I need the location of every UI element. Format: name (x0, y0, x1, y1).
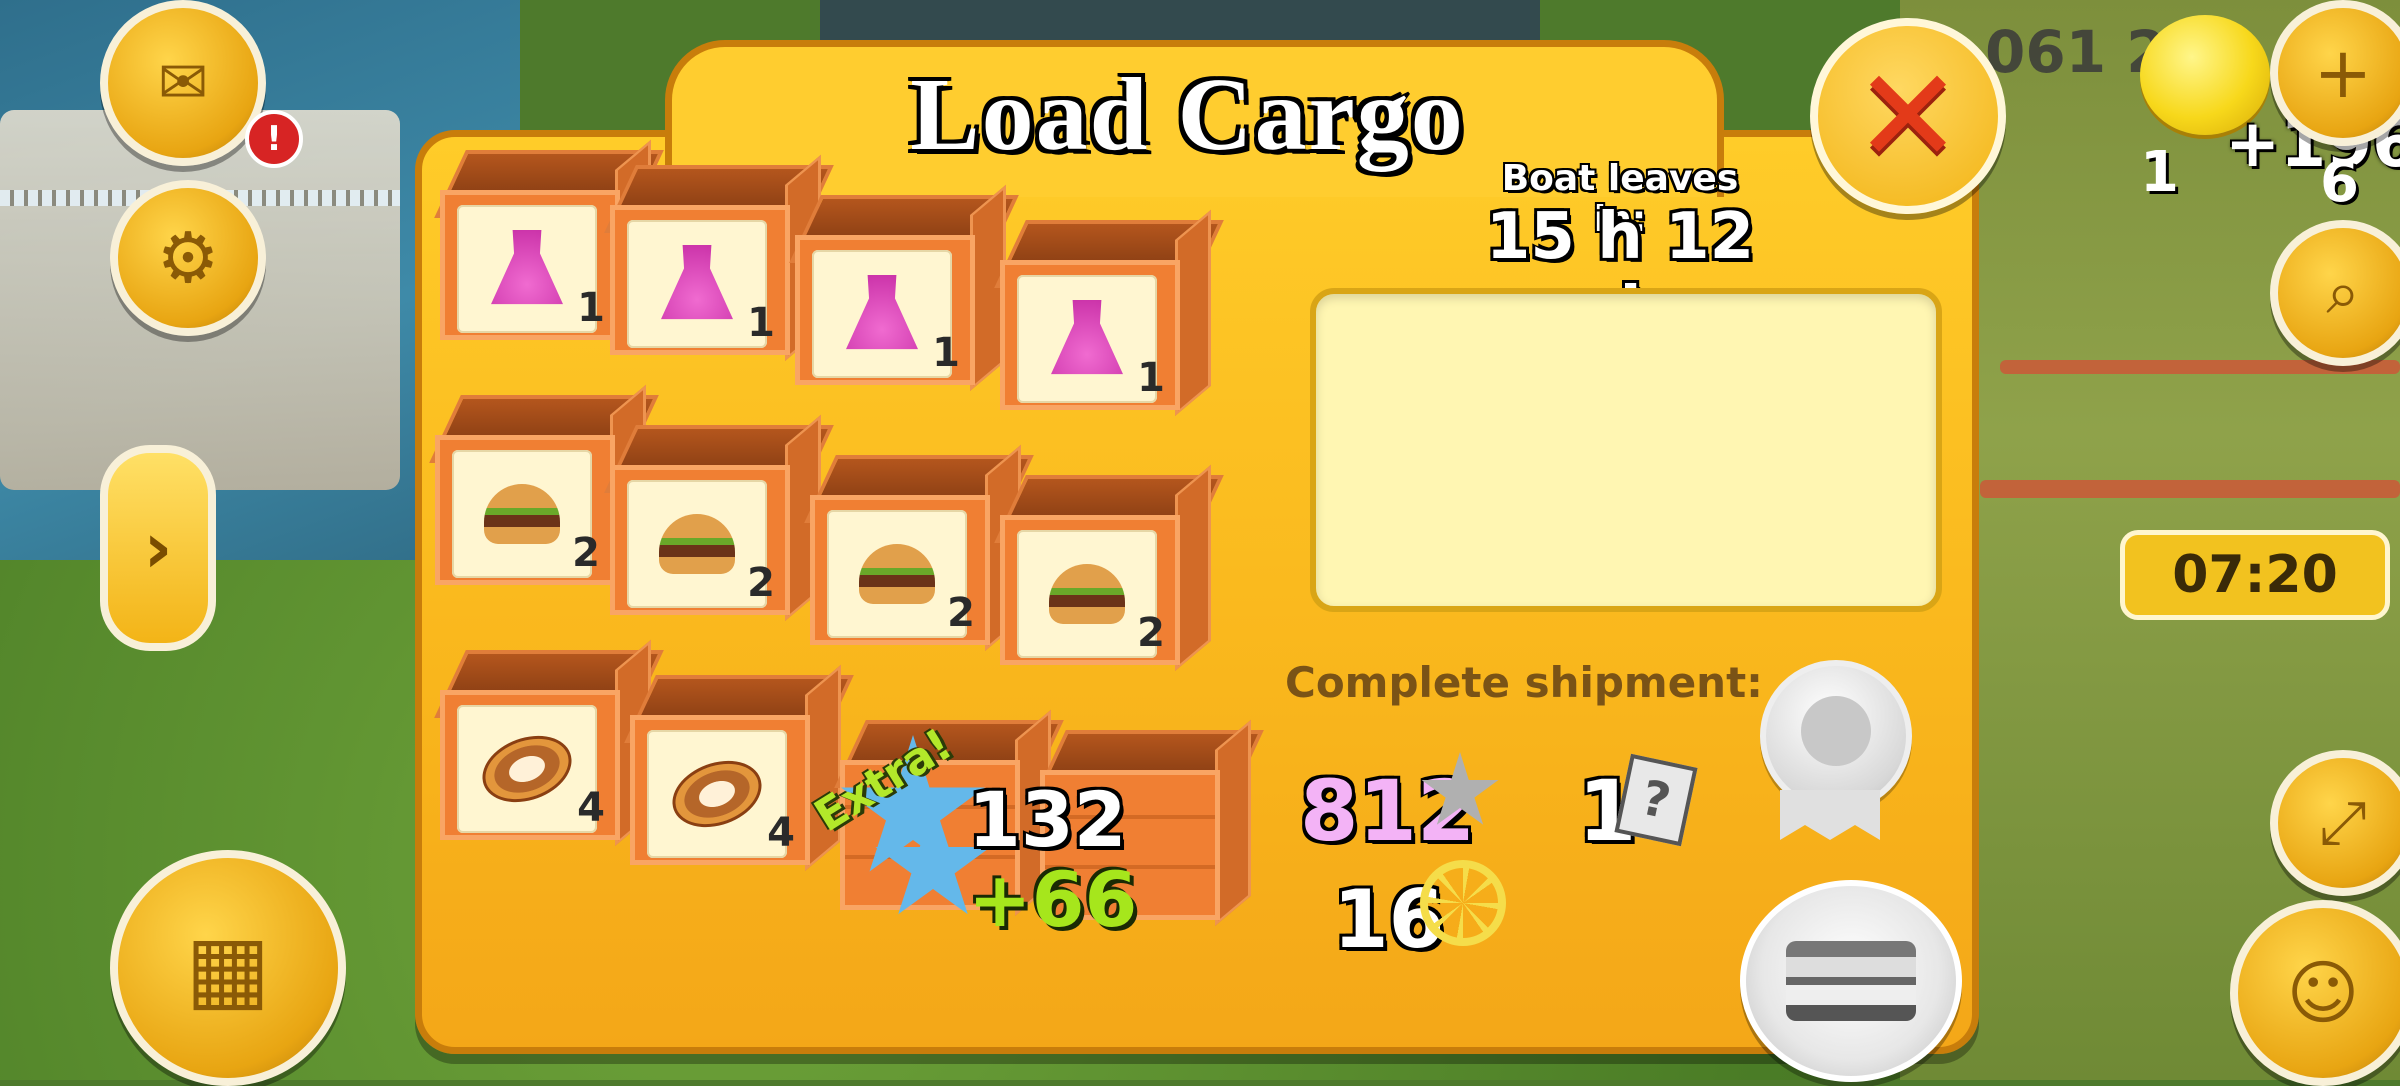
dress-icon (661, 245, 733, 320)
burger-icon (859, 544, 935, 604)
close-button[interactable]: ✕ (1810, 18, 2006, 214)
dress-icon (491, 230, 563, 305)
expand-side-button[interactable]: › (100, 445, 216, 651)
cash-register-icon: ▦ (185, 915, 271, 1021)
crate-qty: 4 (577, 785, 605, 831)
crate-slot[interactable]: 1 (994, 209, 1224, 416)
burger-icon (484, 484, 560, 544)
crate-qty: 4 (767, 810, 795, 856)
shop-button[interactable]: ▦ (110, 850, 346, 1086)
extra-bonus-value: 132 (968, 775, 1127, 864)
extra-bonus-plus: +66 (968, 855, 1138, 944)
steamboat-icon (1786, 941, 1916, 1021)
plus-icon: + (2313, 32, 2373, 114)
people-icon: ☺ (2286, 952, 2360, 1034)
crate-slot[interactable]: 4 (434, 639, 664, 846)
crate-qty: 2 (572, 530, 600, 576)
crate-slot[interactable]: 4 (624, 664, 854, 871)
crate-qty: 1 (932, 330, 960, 376)
dress-icon (1051, 300, 1123, 375)
mail-button[interactable]: ✉ (100, 0, 266, 166)
crate-slot[interactable]: 1 (434, 139, 664, 346)
crate-qty: 2 (747, 560, 775, 606)
gear-icon: ⚙ (156, 217, 220, 299)
chick-icon (1801, 696, 1871, 766)
crate-slot[interactable]: 2 (429, 384, 659, 591)
ship-wheel-icon (1420, 860, 1506, 946)
crate-qty: 1 (1137, 355, 1165, 401)
crate-slot[interactable]: 2 (804, 444, 1034, 651)
expand-icon: ⤢ (2319, 788, 2367, 858)
settings-button[interactable]: ⚙ (110, 180, 266, 336)
fence (1980, 480, 2400, 498)
timer-text: 07:20 (2172, 545, 2338, 605)
crate-qty: 1 (577, 285, 605, 331)
dress-icon (846, 275, 918, 350)
chevron-right-icon: › (143, 507, 173, 589)
alert-text: ! (266, 119, 282, 159)
crate-qty: 1 (747, 300, 775, 346)
crate-qty: 2 (947, 590, 975, 636)
close-icon: ✕ (1853, 40, 1963, 192)
alert-badge: ! (245, 110, 303, 168)
complete-shipment-label: Complete shipment: (1285, 658, 1763, 707)
burger-icon (659, 514, 735, 574)
message-box (1310, 288, 1942, 612)
envelope-icon: ✉ (157, 48, 209, 118)
cacao-icon (473, 724, 581, 814)
crate-slot[interactable]: 2 (994, 464, 1224, 671)
timer-pill: 07:20 (2120, 530, 2390, 620)
cacao-icon (663, 749, 771, 839)
medal-icon (1760, 660, 1912, 812)
send-boat-button[interactable] (1740, 880, 1962, 1082)
magnifier-icon: ⌕ (2326, 258, 2360, 328)
crate-slot[interactable]: 1 (604, 154, 834, 361)
gem-count: 1 (2140, 140, 2179, 205)
crate-qty: 2 (1137, 610, 1165, 656)
burger-icon (1049, 564, 1125, 624)
right-count: 6 (2320, 150, 2359, 215)
crate-slot[interactable]: 1 (789, 184, 1019, 391)
crate-slot[interactable]: 2 (604, 414, 834, 621)
